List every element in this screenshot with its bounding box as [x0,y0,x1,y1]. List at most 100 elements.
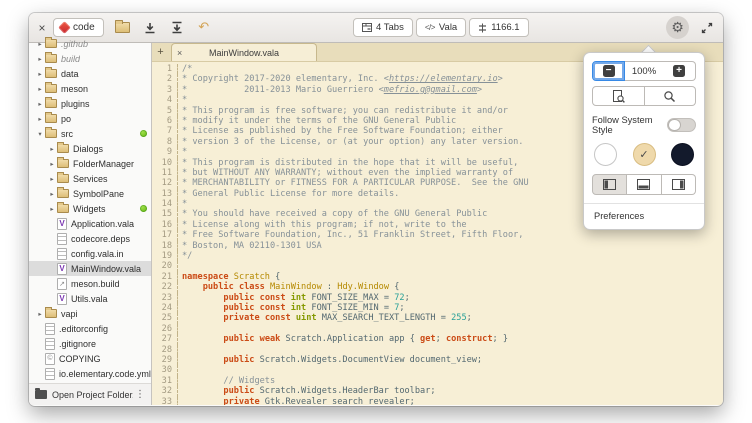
fullscreen-button[interactable] [697,18,717,38]
tab-mainwindow[interactable]: × MainWindow.vala [171,43,317,61]
tree-item-src[interactable]: ▾src [29,126,151,141]
code-line[interactable]: 27 public weak Scratch.Application app {… [152,334,723,344]
code-line[interactable]: 26 [152,324,723,334]
chevron-right-icon[interactable]: ▸ [35,85,45,93]
code-line[interactable]: 33 private Gtk.Revealer search_revealer; [152,397,723,406]
goto-line-button[interactable]: 1166.1 [469,18,528,37]
tree-item-build[interactable]: ▸build [29,51,151,66]
copy-file-icon: © [45,353,55,365]
line-number: 28 [152,345,178,355]
gear-icon: ⚙ [671,21,684,35]
open-file-button[interactable] [114,19,132,37]
tab-close-icon[interactable]: × [177,48,189,58]
tree-item--editorconfig[interactable]: .editorconfig [29,321,151,336]
code-line[interactable]: 20 [152,261,723,271]
code-line[interactable]: 32 public Scratch.Widgets.HeaderBar tool… [152,386,723,396]
code-line[interactable]: 17* Free Software Foundation, Inc., 51 F… [152,230,723,240]
tree-item-foldermanager[interactable]: ▸FolderManager [29,156,151,171]
tree-item-dialogs[interactable]: ▸Dialogs [29,141,151,156]
code-line[interactable]: 25 private const uint MAX_SEARCH_TEXT_LE… [152,313,723,323]
tree-item-po[interactable]: ▸po [29,111,151,126]
follow-system-style-toggle[interactable] [667,118,696,132]
code-line[interactable]: 24 public const int FONT_SIZE_MIN = 7; [152,303,723,313]
save-as-button[interactable] [168,19,186,37]
tree-item-plugins[interactable]: ▸plugins [29,96,151,111]
tree-item-utils-vala[interactable]: VUtils.vala [29,291,151,306]
line-text: private Gtk.Revealer search_revealer; [178,397,415,406]
global-search-button[interactable] [645,86,697,106]
tree-item-widgets[interactable]: ▸Widgets [29,201,151,216]
code-line[interactable]: 23 public const int FONT_SIZE_MAX = 72; [152,293,723,303]
window-close-button[interactable]: × [33,19,51,37]
line-column-label: 1166.1 [491,22,519,33]
code-line[interactable]: 30 [152,365,723,375]
tree-item--github[interactable]: ▸ .github [29,36,151,51]
bottom-panel-layout-button[interactable] [627,174,661,195]
tree-item-meson-build[interactable]: ↗meson.build [29,276,151,291]
code-line[interactable]: 28 [152,345,723,355]
code-brackets-icon: </> [425,23,435,32]
cream-style-option[interactable]: ✓ [633,143,656,166]
tree-item-config-vala-in[interactable]: config.vala.in [29,246,151,261]
zoom-in-button[interactable]: + [663,61,696,81]
tree-item-label: codecore.deps [71,234,130,244]
sidebar-layout-button[interactable] [592,174,627,195]
line-number: 1 [152,64,178,74]
chevron-right-icon[interactable]: ▸ [35,70,45,78]
tree-item-meson[interactable]: ▸meson [29,81,151,96]
tree-item-data[interactable]: ▸data [29,66,151,81]
tab-title: MainWindow.vala [189,48,299,58]
vala-file-icon: V [57,263,67,275]
tree-item-copying[interactable]: ©COPYING [29,351,151,366]
chevron-right-icon[interactable]: ▸ [47,190,57,198]
code-line[interactable]: 21namespace Scratch { [152,272,723,282]
code-line[interactable]: 18* Boston, MA 02110-1301 USA [152,241,723,251]
dark-style-option[interactable] [671,143,694,166]
line-number: 11 [152,168,178,178]
line-number: 4 [152,95,178,105]
tree-item-label: .github [61,39,88,49]
tree-item-symbolpane[interactable]: ▸SymbolPane [29,186,151,201]
chevron-right-icon[interactable]: ▸ [35,100,45,108]
tree-item-io-elementary-code-yml[interactable]: io.elementary.code.yml [29,366,151,381]
sidebar-menu-button[interactable]: ⋮ [133,389,147,400]
chevron-right-icon[interactable]: ▸ [47,175,57,183]
tabs-overview-button[interactable]: 4 Tabs [353,18,413,37]
vala-file-icon: V [57,293,67,305]
code-line[interactable]: 31 // Widgets [152,376,723,386]
right-panel-layout-button[interactable] [662,174,696,195]
settings-menu-button[interactable]: ⚙ [666,16,689,39]
code-line[interactable]: 22 public class MainWindow : Hdy.Window … [152,282,723,292]
open-project-bar[interactable]: Open Project Folder... ⋮ [29,383,151,405]
tree-item-codecore-deps[interactable]: codecore.deps [29,231,151,246]
revert-button[interactable]: ↶ [195,19,213,37]
tree-item-services[interactable]: ▸Services [29,171,151,186]
save-button[interactable] [141,19,159,37]
folder-icon [45,99,57,108]
language-button[interactable]: </> Vala [416,18,466,37]
new-tab-button[interactable]: + [152,42,169,61]
tree-item-mainwindow-vala[interactable]: VMainWindow.vala [29,261,151,276]
tree-item--gitignore[interactable]: .gitignore [29,336,151,351]
light-style-option[interactable] [594,143,617,166]
preferences-menu-item[interactable]: Preferences [592,204,696,229]
tree-item-application-vala[interactable]: VApplication.vala [29,216,151,231]
chevron-right-icon[interactable]: ▸ [47,205,57,213]
zoom-out-button[interactable]: − [592,61,625,81]
code-line[interactable]: 19*/ [152,251,723,261]
find-in-document-button[interactable] [592,86,645,106]
chevron-right-icon[interactable]: ▸ [47,160,57,168]
line-text: * License as published by the Free Softw… [178,126,503,136]
line-text: * MERCHANTABILITY or FITNESS FOR A PARTI… [178,178,529,188]
line-text: public const int FONT_SIZE_MAX = 72; [178,293,410,303]
tree-item-vapi[interactable]: ▸vapi [29,306,151,321]
chevron-right-icon[interactable]: ▸ [35,40,45,48]
chevron-down-icon[interactable]: ▾ [35,130,45,138]
project-button[interactable]: code [53,18,104,37]
chevron-right-icon[interactable]: ▸ [35,55,45,63]
code-line[interactable]: 29 public Scratch.Widgets.DocumentView d… [152,355,723,365]
chevron-right-icon[interactable]: ▸ [35,310,45,318]
chevron-right-icon[interactable]: ▸ [47,145,57,153]
chevron-right-icon[interactable]: ▸ [35,115,45,123]
line-number: 10 [152,158,178,168]
